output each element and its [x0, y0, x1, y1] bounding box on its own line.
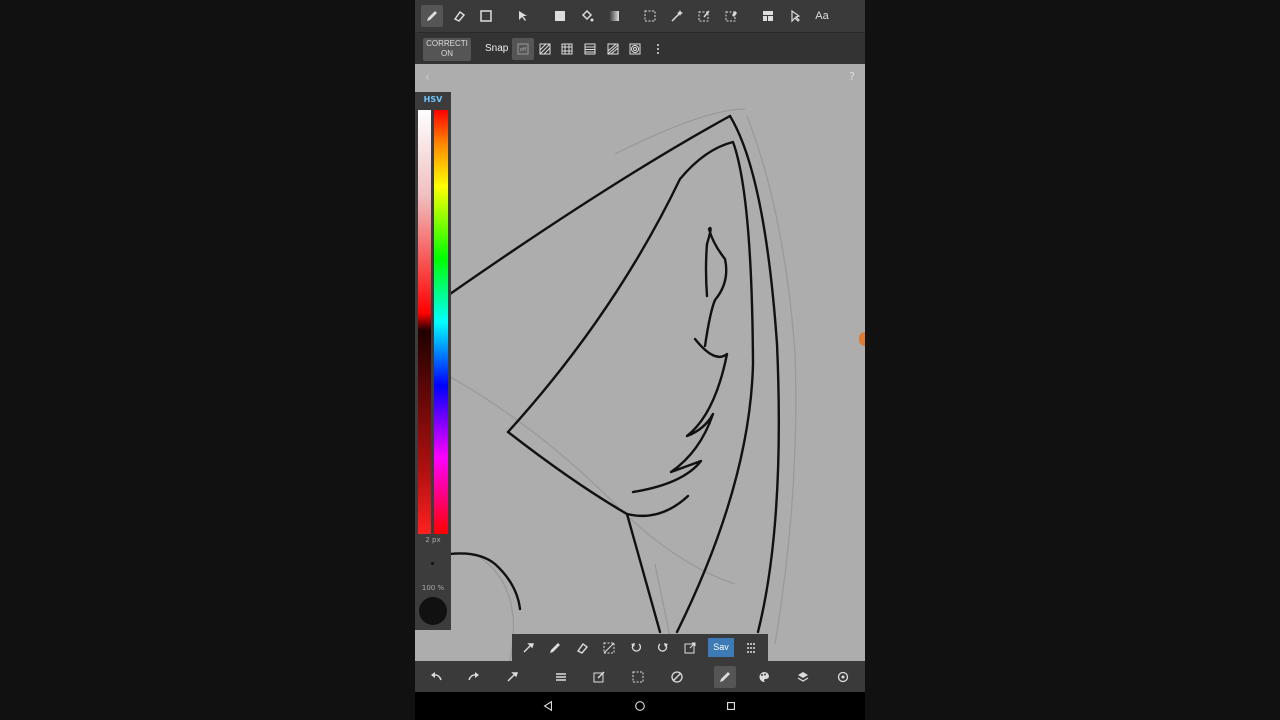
- eyedropper-button[interactable]: [517, 637, 539, 659]
- bucket-tool-button[interactable]: [576, 5, 598, 27]
- magic-wand-tool-button[interactable]: [666, 5, 688, 27]
- transform-button[interactable]: [679, 637, 701, 659]
- rotate-right-button[interactable]: [652, 637, 674, 659]
- select-pen-tool-button[interactable]: [693, 5, 715, 27]
- select-eraser-tool-button[interactable]: [720, 5, 742, 27]
- snap-label: Snap: [485, 43, 509, 54]
- hsv-mode-label[interactable]: HSV: [415, 95, 451, 104]
- saturation-value-slider[interactable]: [418, 110, 431, 534]
- svg-text:off: off: [520, 47, 527, 53]
- correction-button[interactable]: CORRECTI ON: [423, 38, 471, 61]
- more-options-button[interactable]: [647, 38, 669, 60]
- snap-off-button[interactable]: off: [512, 38, 534, 60]
- system-nav-bar: [415, 692, 865, 720]
- undo-button[interactable]: [425, 666, 447, 688]
- nav-home-icon[interactable]: [633, 699, 647, 713]
- eraser-tool-button[interactable]: [448, 5, 470, 27]
- nav-recents-icon[interactable]: [724, 699, 738, 713]
- snap-grid-button[interactable]: [556, 38, 578, 60]
- bottom-pen-button[interactable]: [714, 666, 736, 688]
- shape-tool-button[interactable]: [475, 5, 497, 27]
- move-tool-button[interactable]: [512, 5, 534, 27]
- no-snap-button[interactable]: [666, 666, 688, 688]
- back-chevron-icon[interactable]: ‹: [425, 70, 430, 84]
- float-eraser-button[interactable]: [571, 637, 593, 659]
- side-handle[interactable]: [859, 332, 865, 346]
- color-panel: HSV 2 px 100 %: [415, 92, 451, 630]
- help-button[interactable]: ?: [849, 70, 855, 83]
- redo-button[interactable]: [463, 666, 485, 688]
- medibang-app: Aa CORRECTI ON Snap off ‹ ? HSV 2 px 100…: [415, 0, 865, 692]
- text-tool-button[interactable]: Aa: [811, 5, 833, 27]
- hue-slider[interactable]: [434, 110, 448, 534]
- menu-button[interactable]: [550, 666, 572, 688]
- grid-handle-icon[interactable]: [740, 637, 762, 659]
- brush-size-label: 2 px: [425, 536, 441, 544]
- text-icon: Aa: [815, 10, 829, 22]
- snap-perspective-button[interactable]: [602, 38, 624, 60]
- snap-horizontal-button[interactable]: [579, 38, 601, 60]
- opacity-label: 100 %: [421, 584, 445, 592]
- nav-back-icon[interactable]: [541, 699, 555, 713]
- brush-size-preview: [431, 562, 434, 565]
- fill-rect-tool-button[interactable]: [549, 5, 571, 27]
- pen-tool-button[interactable]: [421, 5, 443, 27]
- snap-parallel-button[interactable]: [534, 38, 556, 60]
- deselect-button[interactable]: [598, 637, 620, 659]
- snap-toolbar: CORRECTI ON Snap off: [415, 32, 865, 65]
- drawing-canvas[interactable]: ‹ ? HSV 2 px 100 % Sav: [415, 64, 865, 661]
- top-toolbar: Aa: [415, 0, 865, 32]
- palette-button[interactable]: [753, 666, 775, 688]
- snap-concentric-button[interactable]: [624, 38, 646, 60]
- select-rect-tool-button[interactable]: [639, 5, 661, 27]
- selection-button[interactable]: [627, 666, 649, 688]
- gradient-tool-button[interactable]: [603, 5, 625, 27]
- float-pen-button[interactable]: [544, 637, 566, 659]
- bottom-toolbar: [415, 661, 865, 692]
- save-button[interactable]: Sav: [708, 638, 734, 657]
- current-color-swatch[interactable]: [419, 597, 447, 625]
- bottom-eyedropper-button[interactable]: [501, 666, 523, 688]
- rotate-left-button[interactable]: [625, 637, 647, 659]
- layers-button[interactable]: [792, 666, 814, 688]
- floating-toolbar: Sav: [512, 634, 768, 661]
- edit-button[interactable]: [588, 666, 610, 688]
- layout-tool-button[interactable]: [757, 5, 779, 27]
- settings-button[interactable]: [832, 666, 854, 688]
- pointer-tool-button[interactable]: [784, 5, 806, 27]
- ear-sketch: [415, 108, 797, 661]
